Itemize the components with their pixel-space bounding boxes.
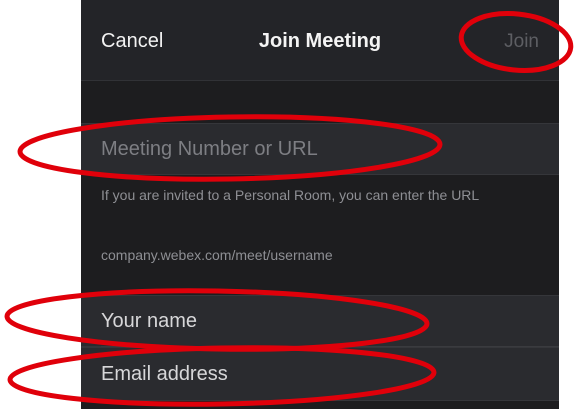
join-button[interactable]: Join [504,31,539,53]
cancel-button[interactable]: Cancel [101,30,163,53]
email-address-field [81,347,559,401]
email-address-input[interactable] [81,348,559,400]
meeting-number-input[interactable] [81,124,559,174]
meeting-number-field [81,123,559,175]
screenshot-stage: Cancel Join Meeting Join If you are invi… [0,0,575,409]
your-name-input[interactable] [81,296,559,346]
navigation-bar: Cancel Join Meeting Join [81,0,559,81]
personal-room-help-text: If you are invited to a Personal Room, y… [101,187,480,203]
example-url-text: company.webex.com/meet/username [101,247,333,263]
join-meeting-screen: Cancel Join Meeting Join If you are invi… [81,0,559,409]
your-name-field [81,295,559,347]
